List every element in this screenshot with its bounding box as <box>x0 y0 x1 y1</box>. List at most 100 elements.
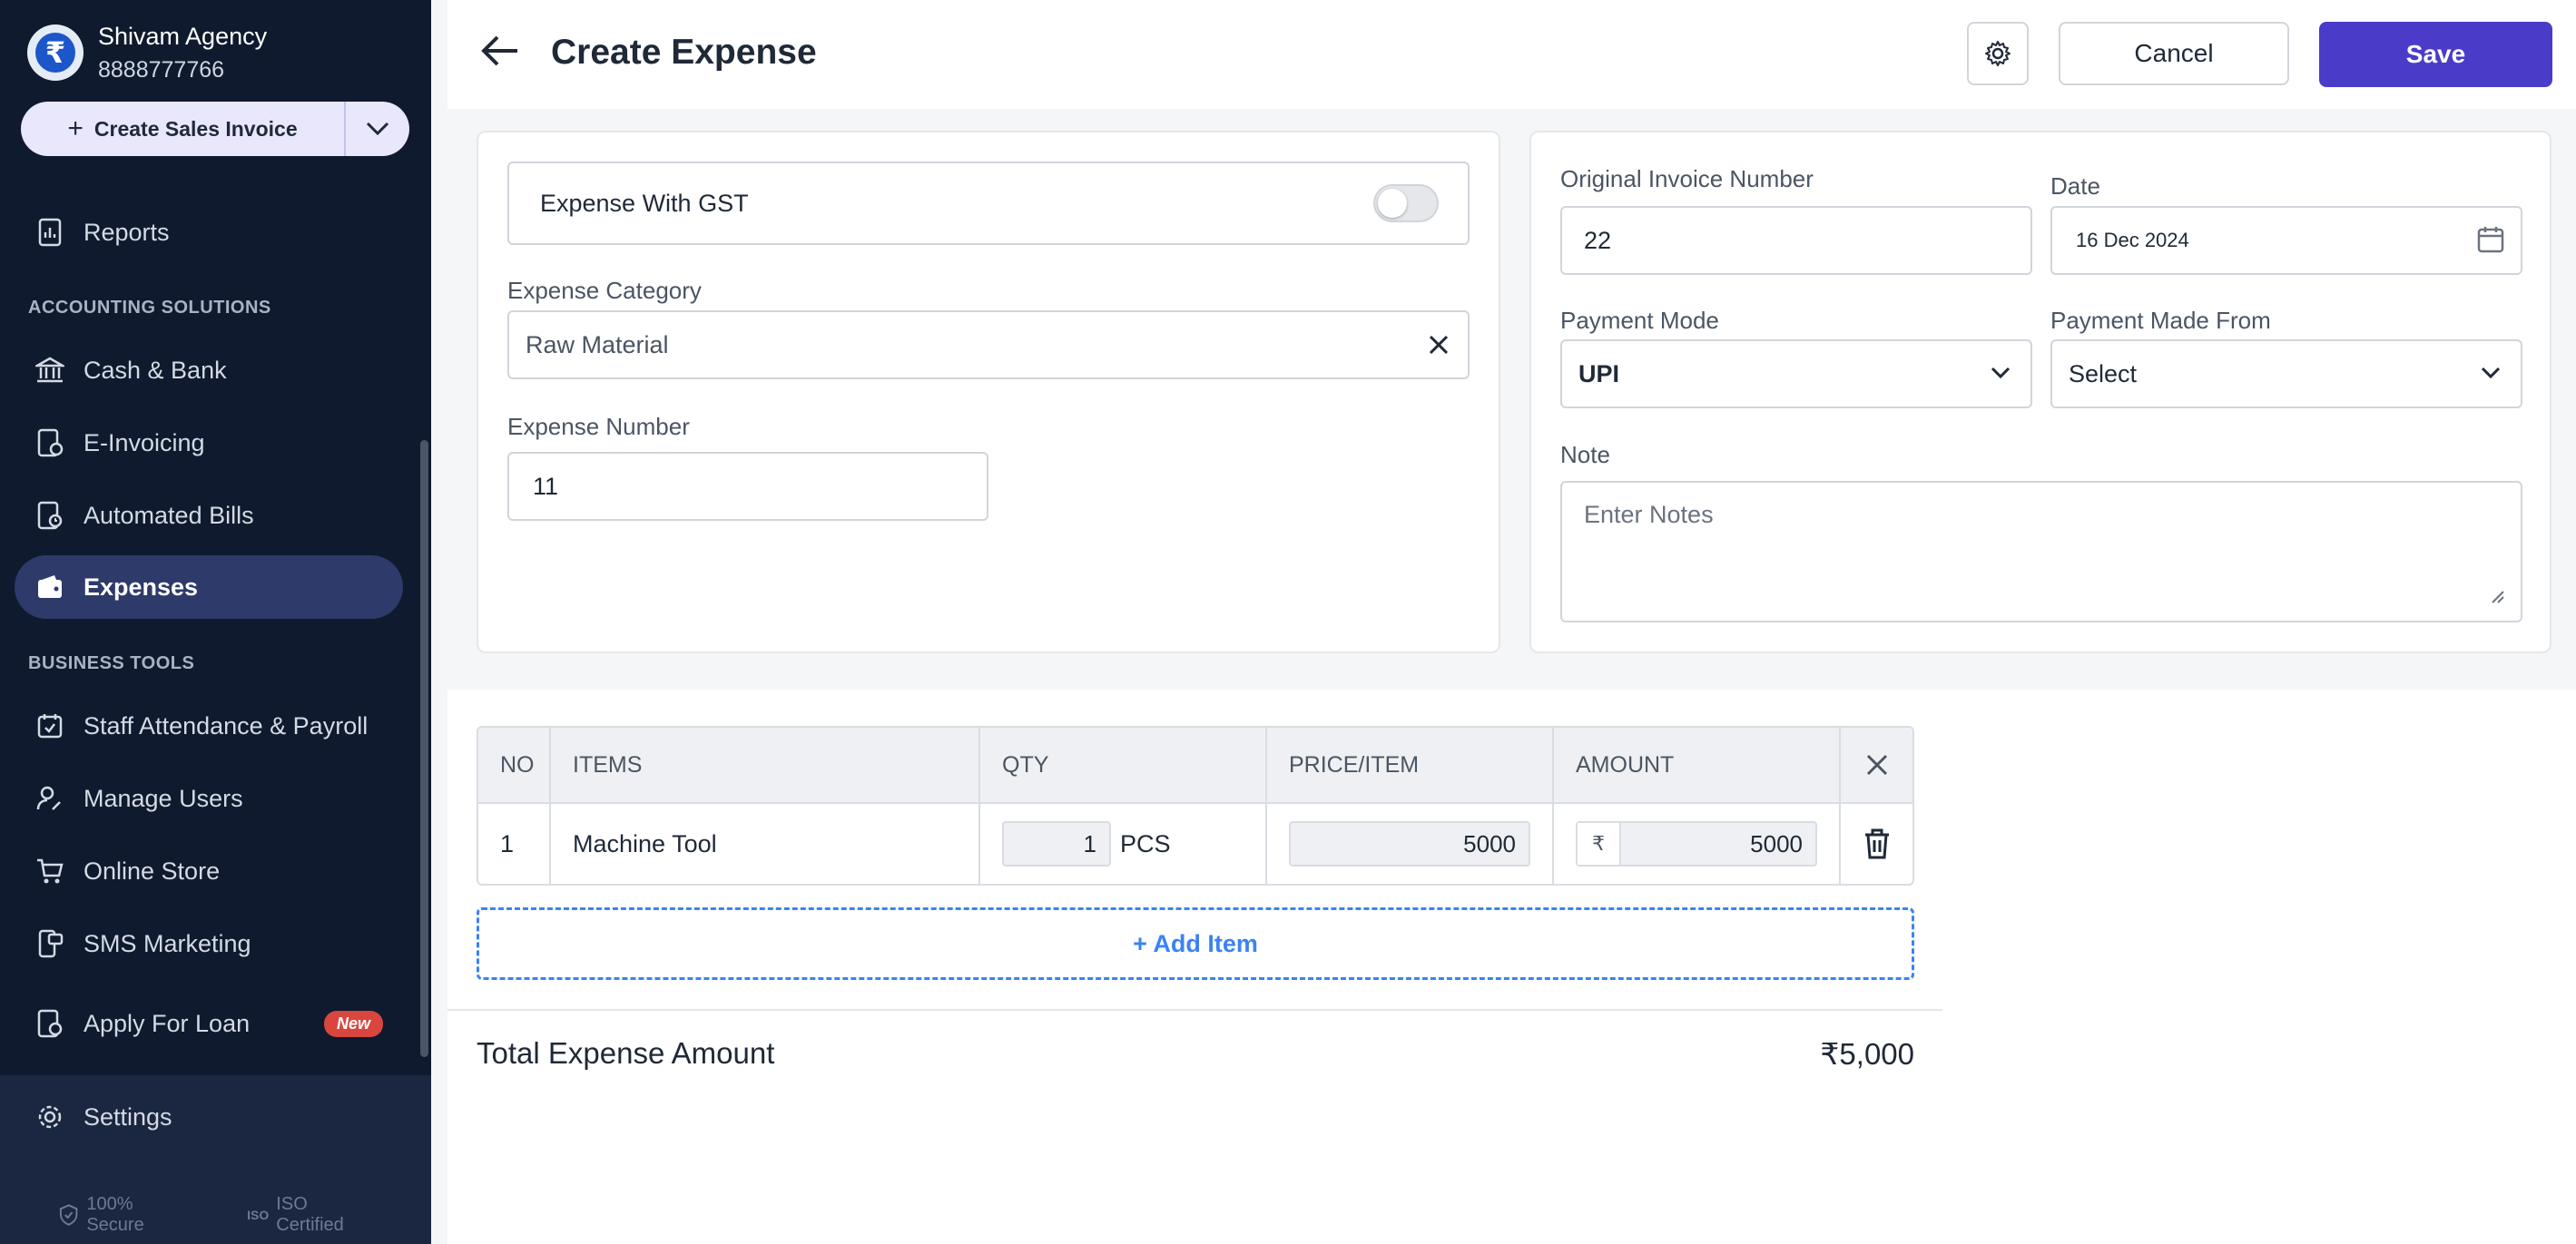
sms-icon <box>34 928 65 959</box>
sidebar-item-sms-marketing[interactable]: SMS Marketing <box>15 912 403 975</box>
clear-category-button[interactable] <box>1428 334 1450 360</box>
sidebar-item-label: Apply For Loan <box>84 1009 251 1037</box>
chevron-down-icon <box>366 122 389 136</box>
table-header-row: NO ITEMS QTY PRICE/ITEM AMOUNT <box>478 728 1912 802</box>
sidebar-item-settings[interactable]: Settings <box>15 1085 403 1149</box>
table-row: 1 Machine Tool 1 PCS 5000 ₹ 5000 <box>478 802 1912 884</box>
resize-icon <box>2492 591 2504 603</box>
total-expense-label: Total Expense Amount <box>477 1036 775 1070</box>
create-sales-invoice-main[interactable]: + Create Sales Invoice <box>21 102 346 156</box>
gear-icon <box>1985 41 2011 66</box>
row-number: 1 <box>478 802 551 884</box>
items-table: NO ITEMS QTY PRICE/ITEM AMOUNT 1 Machine… <box>477 726 1914 886</box>
unit-label: PCS <box>1120 829 1171 857</box>
settings-button[interactable] <box>1967 22 2029 85</box>
payment-from-dropdown[interactable] <box>2481 367 2501 384</box>
arrow-left-icon <box>481 35 517 66</box>
sidebar-item-label: SMS Marketing <box>84 929 251 957</box>
invoice-number-label: Original Invoice Number <box>1560 165 1814 192</box>
page-title: Create Expense <box>551 33 817 72</box>
delete-row-button[interactable] <box>1841 802 1912 884</box>
iso-text: ISO Certified <box>276 1194 344 1235</box>
divider <box>447 1009 1942 1011</box>
expense-category-label: Expense Category <box>507 277 702 304</box>
col-header-no: NO <box>478 728 551 802</box>
row-amount-cell: ₹ 5000 <box>1554 802 1841 884</box>
gst-toggle[interactable] <box>1373 184 1439 222</box>
calendar-button[interactable] <box>2476 225 2505 259</box>
gear-icon <box>34 1102 65 1132</box>
amount-value: 5000 <box>1750 829 1803 857</box>
trust-badges: 100% Secure ISO ISO Certified <box>58 1194 431 1236</box>
chevron-down-icon <box>2481 367 2501 379</box>
expense-number-label: Expense Number <box>507 413 690 440</box>
expense-number-input[interactable]: 11 <box>507 452 988 521</box>
wallet-icon <box>34 572 65 602</box>
col-header-items: ITEMS <box>551 728 980 802</box>
save-button[interactable]: Save <box>2319 22 2552 87</box>
business-phone: 8888777766 <box>98 57 225 83</box>
sidebar-item-automated-bills[interactable]: Automated Bills <box>15 484 403 547</box>
sidebar-item-label: Automated Bills <box>84 501 254 529</box>
iso-badge: ISO ISO Certified <box>247 1194 404 1236</box>
e-invoice-icon <box>34 427 65 458</box>
total-expense-value: ₹5,000 <box>1820 1037 1914 1071</box>
payment-mode-label: Payment Mode <box>1560 307 1719 334</box>
section-business-tools: BUSINESS TOOLS <box>28 653 195 673</box>
payment-from-select[interactable]: Select <box>2050 339 2522 408</box>
row-price-cell: 5000 <box>1267 802 1554 884</box>
trash-icon <box>1864 828 1889 859</box>
sidebar-item-apply-for-loan[interactable]: Apply For Loan New <box>15 992 403 1055</box>
payment-mode-dropdown[interactable] <box>1991 367 2011 384</box>
sidebar-scrollbar[interactable] <box>420 440 428 1057</box>
cancel-button[interactable]: Cancel <box>2059 22 2289 85</box>
sidebar-item-label: Reports <box>84 218 170 246</box>
date-picker[interactable]: 16 Dec 2024 <box>2050 206 2522 275</box>
note-label: Note <box>1560 441 1610 468</box>
invoice-number-value: 22 <box>1584 226 1612 254</box>
price-input[interactable]: 5000 <box>1289 821 1530 867</box>
amount-input[interactable]: ₹ 5000 <box>1576 821 1817 867</box>
gst-toggle-row: Expense With GST <box>507 162 1470 245</box>
expense-number-value: 11 <box>533 472 559 500</box>
iso-icon: ISO <box>247 1208 270 1222</box>
gst-toggle-label: Expense With GST <box>540 189 749 217</box>
sidebar-item-cash-bank[interactable]: Cash & Bank <box>15 338 403 402</box>
sidebar-item-e-invoicing[interactable]: E-Invoicing <box>15 411 403 475</box>
cart-icon <box>34 856 65 886</box>
section-accounting: ACCOUNTING SOLUTIONS <box>28 298 271 318</box>
col-header-price: PRICE/ITEM <box>1267 728 1554 802</box>
calendar-check-icon <box>34 710 65 741</box>
business-logo: ₹ <box>27 24 84 82</box>
date-label: Date <box>2050 172 2100 200</box>
sidebar-item-online-store[interactable]: Online Store <box>15 839 403 903</box>
col-header-qty: QTY <box>980 728 1267 802</box>
sidebar-item-reports[interactable]: Reports <box>15 201 403 264</box>
invoice-number-input[interactable]: 22 <box>1560 206 2032 275</box>
expense-category-select[interactable]: Raw Material <box>507 310 1470 379</box>
loan-icon <box>34 1008 65 1039</box>
clear-items-button[interactable] <box>1841 728 1912 802</box>
sidebar-item-staff-attendance[interactable]: Staff Attendance & Payroll <box>15 694 403 758</box>
sidebar-item-manage-users[interactable]: Manage Users <box>15 767 403 830</box>
payment-mode-value: UPI <box>1578 359 1620 387</box>
sidebar-item-label: Online Store <box>84 857 221 885</box>
resize-handle[interactable] <box>2489 588 2505 609</box>
sidebar-item-expenses[interactable]: Expenses <box>15 555 403 619</box>
sidebar-item-label: Cash & Bank <box>84 356 227 384</box>
create-options-dropdown[interactable] <box>346 102 409 156</box>
back-button[interactable] <box>481 34 519 72</box>
qty-input[interactable]: 1 <box>1002 821 1111 867</box>
close-icon <box>1866 754 1887 776</box>
payment-mode-select[interactable]: UPI <box>1560 339 2032 408</box>
close-icon <box>1429 335 1449 355</box>
row-item-name[interactable]: Machine Tool <box>551 802 980 884</box>
note-textarea[interactable]: Enter Notes <box>1560 481 2522 622</box>
sidebar: ₹ Shivam Agency 8888777766 + Create Sale… <box>0 0 431 1244</box>
create-sales-invoice-button[interactable]: + Create Sales Invoice <box>21 102 409 156</box>
business-profile[interactable]: ₹ Shivam Agency 8888777766 <box>27 22 267 83</box>
add-item-button[interactable]: + Add Item <box>477 907 1914 980</box>
note-placeholder: Enter Notes <box>1584 501 1714 528</box>
plus-icon: + <box>67 113 84 143</box>
expense-category-value: Raw Material <box>526 330 669 358</box>
